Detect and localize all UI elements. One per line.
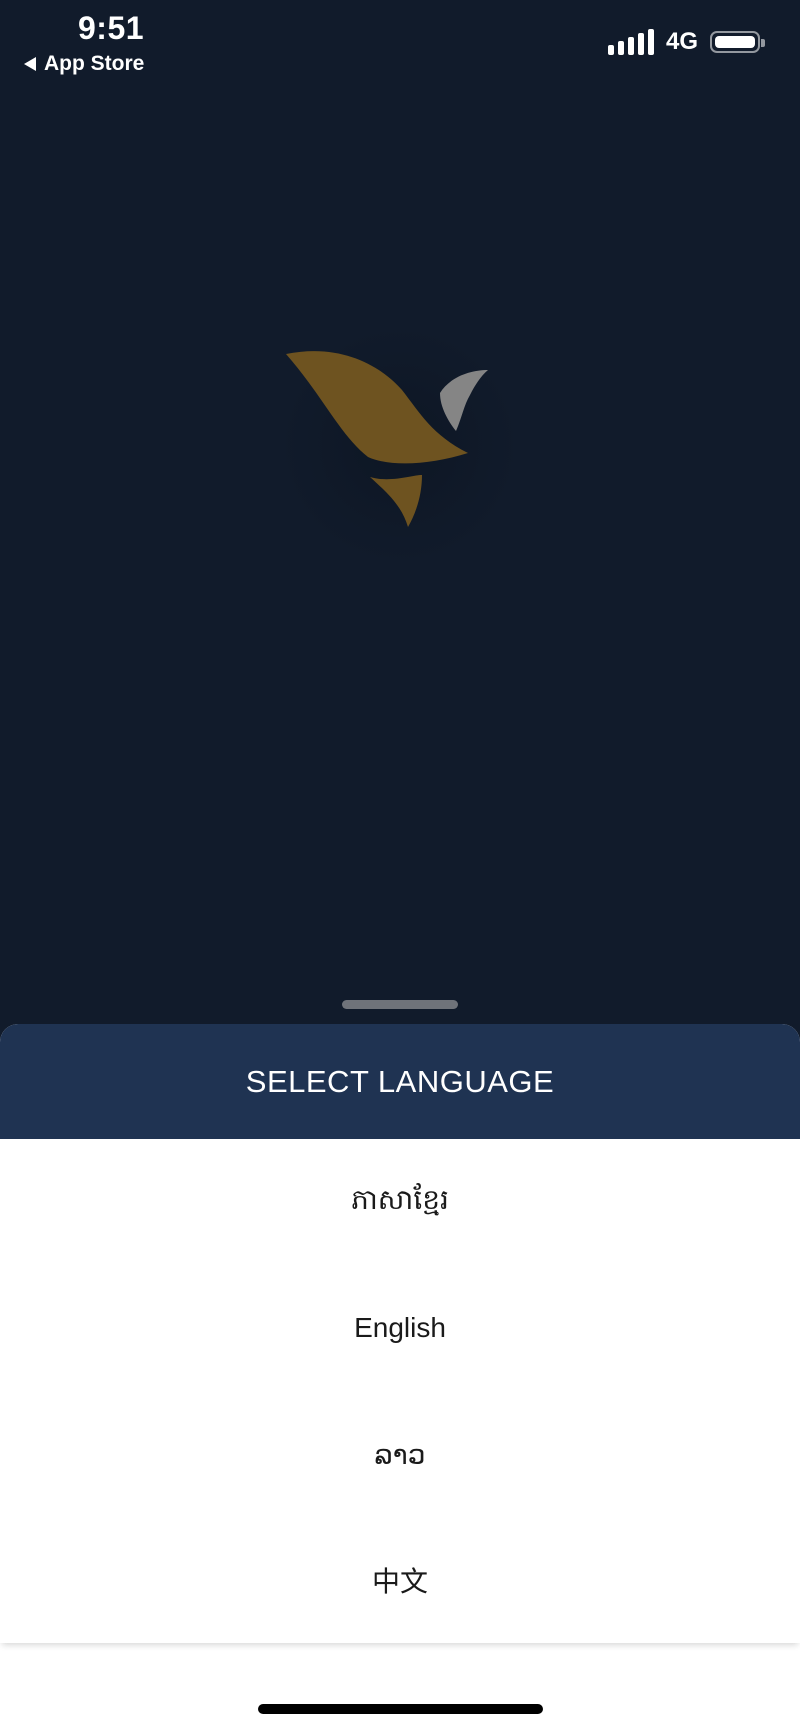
home-indicator[interactable]: [258, 1704, 543, 1714]
language-sheet: SELECT LANGUAGE ភាសាខ្មែរ English ລາວ 中文: [0, 1024, 800, 1731]
back-arrow-icon: [24, 57, 36, 71]
back-to-app-store-button[interactable]: App Store: [24, 52, 144, 76]
language-option-lao[interactable]: ລາວ: [0, 1391, 800, 1517]
app-screen: 9:51 App Store 4G SELECT LANGUAGE ភាសាខ្…: [0, 0, 800, 1731]
language-option-label: ភាសាខ្មែរ: [351, 1183, 449, 1215]
language-option-label: 中文: [371, 1566, 428, 1597]
language-option-english[interactable]: English: [0, 1265, 800, 1391]
language-option-label: ລາວ: [374, 1438, 426, 1470]
language-option-khmer[interactable]: ភាសាខ្មែរ: [0, 1139, 800, 1265]
back-to-app-store-label: App Store: [44, 52, 145, 75]
network-type: 4G: [665, 28, 698, 55]
sheet-grab-handle[interactable]: [342, 1000, 458, 1009]
status-indicators: 4G: [607, 28, 765, 56]
sheet-title: SELECT LANGUAGE: [245, 1063, 555, 1099]
status-time: 9:51: [78, 10, 145, 46]
language-option-label: English: [354, 1312, 446, 1343]
sheet-header: SELECT LANGUAGE: [0, 1024, 800, 1139]
language-list: ភាសាខ្មែរ English ລາວ 中文: [0, 1139, 800, 1643]
battery-full-icon: [710, 31, 765, 53]
language-option-chinese[interactable]: 中文: [0, 1517, 800, 1643]
signal-bars-icon: [607, 29, 654, 55]
bird-logo-icon: [280, 325, 520, 565]
